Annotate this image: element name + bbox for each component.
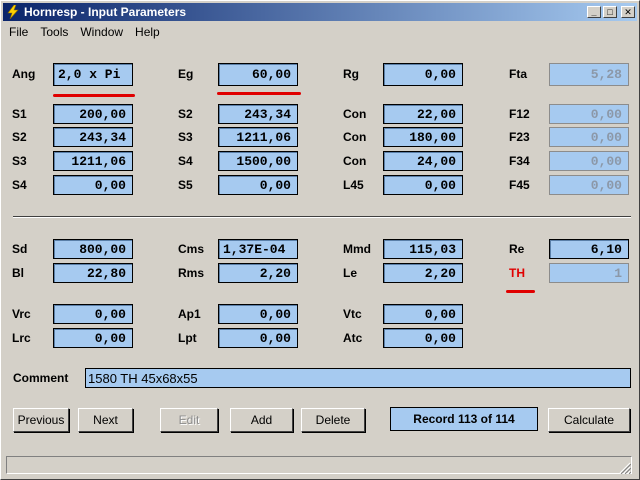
ap1-field[interactable]: 0,00 — [218, 304, 298, 324]
resize-grip-icon[interactable] — [619, 462, 631, 474]
s4-row5-field[interactable]: 0,00 — [53, 175, 133, 195]
label-lpt: Lpt — [178, 331, 197, 345]
previous-button[interactable]: Previous — [13, 408, 69, 432]
th-underline — [506, 290, 535, 293]
le-field[interactable]: 2,20 — [383, 263, 463, 283]
label-rms: Rms — [178, 266, 205, 280]
sd-field[interactable]: 800,00 — [53, 239, 133, 259]
label-fta: Fta — [509, 67, 527, 81]
label-bl: Bl — [12, 266, 24, 280]
label-s1: S1 — [12, 107, 27, 121]
lpt-field[interactable]: 0,00 — [218, 328, 298, 348]
add-button[interactable]: Add — [230, 408, 293, 432]
rms-field[interactable]: 2,20 — [218, 263, 298, 283]
record-status: Record 113 of 114 — [390, 407, 538, 431]
cms-field[interactable]: 1,37E-04 — [218, 239, 298, 259]
f34-field: 0,00 — [549, 151, 629, 171]
s1-field[interactable]: 200,00 — [53, 104, 133, 124]
menu-help[interactable]: Help — [129, 25, 166, 39]
menu-file[interactable]: File — [3, 25, 34, 39]
label-eg: Eg — [178, 67, 194, 81]
delete-button[interactable]: Delete — [301, 408, 365, 432]
label-s3: S3 — [178, 130, 193, 144]
s4-field[interactable]: 1500,00 — [218, 151, 298, 171]
vrc-field[interactable]: 0,00 — [53, 304, 133, 324]
s5-field[interactable]: 0,00 — [218, 175, 298, 195]
status-bar — [6, 456, 632, 474]
label-re: Re — [509, 242, 525, 256]
f23-field: 0,00 — [549, 127, 629, 147]
label-f12: F12 — [509, 107, 530, 121]
label-comment: Comment — [13, 371, 69, 385]
con3-field[interactable]: 24,00 — [383, 151, 463, 171]
window-title: Hornresp - Input Parameters — [24, 5, 187, 19]
f12-field: 0,00 — [549, 104, 629, 124]
label-f23: F23 — [509, 130, 530, 144]
ang-field[interactable]: 2,0 x Pi — [53, 63, 133, 86]
rg-field[interactable]: 0,00 — [383, 63, 463, 86]
next-button[interactable]: Next — [78, 408, 133, 432]
lightning-icon — [5, 4, 21, 20]
label-rg: Rg — [343, 67, 359, 81]
main-window: Hornresp - Input Parameters _ □ ✕ File T… — [0, 0, 640, 480]
label-atc: Atc — [343, 331, 363, 345]
close-button[interactable]: ✕ — [621, 6, 635, 18]
label-s2-row3: S2 — [12, 130, 27, 144]
label-f34: F34 — [509, 154, 530, 168]
th-field: 1 — [549, 263, 629, 283]
lrc-field[interactable]: 0,00 — [53, 328, 133, 348]
ang-underline — [53, 94, 135, 97]
fta-field: 5,28 — [549, 63, 629, 86]
s2-row3-field[interactable]: 243,34 — [53, 127, 133, 147]
label-vrc: Vrc — [12, 307, 31, 321]
label-vtc: Vtc — [343, 307, 362, 321]
menu-tools[interactable]: Tools — [34, 25, 74, 39]
label-ap1: Ap1 — [178, 307, 201, 321]
label-sd: Sd — [12, 242, 28, 256]
maximize-button[interactable]: □ — [603, 6, 617, 18]
comment-input[interactable]: 1580 TH 45x68x55 — [85, 368, 631, 388]
label-con-2: Con — [343, 130, 367, 144]
label-s4: S4 — [178, 154, 193, 168]
label-con-1: Con — [343, 107, 367, 121]
s2-field[interactable]: 243,34 — [218, 104, 298, 124]
con1-field[interactable]: 22,00 — [383, 104, 463, 124]
label-s3-row4: S3 — [12, 154, 27, 168]
vtc-field[interactable]: 0,00 — [383, 304, 463, 324]
label-th: TH — [509, 266, 525, 280]
eg-field[interactable]: 60,00 — [218, 63, 298, 86]
menu-window[interactable]: Window — [74, 25, 129, 39]
label-mmd: Mmd — [343, 242, 371, 256]
menu-bar: File Tools Window Help — [3, 23, 637, 41]
s3-row4-field[interactable]: 1211,06 — [53, 151, 133, 171]
edit-button: Edit — [160, 408, 218, 432]
atc-field[interactable]: 0,00 — [383, 328, 463, 348]
label-f45: F45 — [509, 178, 530, 192]
title-bar[interactable]: Hornresp - Input Parameters _ □ ✕ — [3, 3, 637, 21]
calculate-button[interactable]: Calculate — [548, 408, 630, 432]
con2-field[interactable]: 180,00 — [383, 127, 463, 147]
re-field[interactable]: 6,10 — [549, 239, 629, 259]
label-s4-row5: S4 — [12, 178, 27, 192]
f45-field: 0,00 — [549, 175, 629, 195]
label-s2: S2 — [178, 107, 193, 121]
label-s5: S5 — [178, 178, 193, 192]
s3-field[interactable]: 1211,06 — [218, 127, 298, 147]
label-con-3: Con — [343, 154, 367, 168]
label-le: Le — [343, 266, 358, 280]
l45-field[interactable]: 0,00 — [383, 175, 463, 195]
label-lrc: Lrc — [12, 331, 31, 345]
label-ang: Ang — [12, 67, 36, 81]
minimize-button[interactable]: _ — [587, 6, 601, 18]
label-cms: Cms — [178, 242, 205, 256]
label-l45: L45 — [343, 178, 364, 192]
bl-field[interactable]: 22,80 — [53, 263, 133, 283]
mmd-field[interactable]: 115,03 — [383, 239, 463, 259]
eg-underline — [217, 92, 301, 95]
section-divider — [13, 216, 631, 218]
